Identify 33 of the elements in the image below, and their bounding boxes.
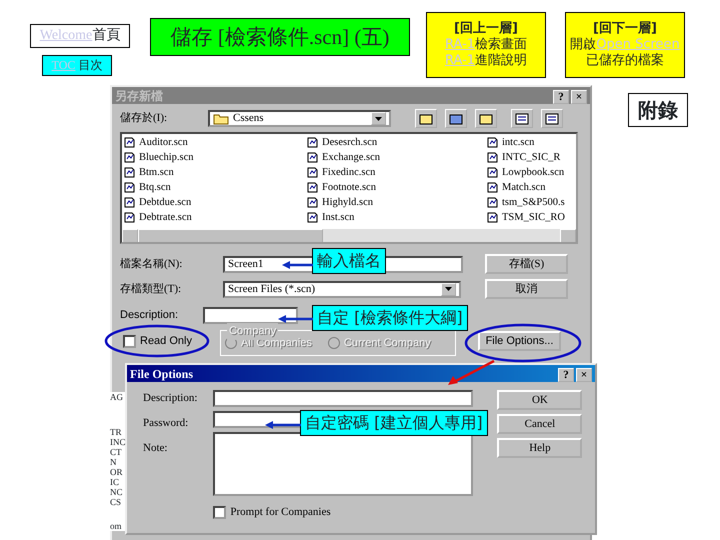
password-label: Password: bbox=[143, 416, 190, 431]
callout-tooltip: 自定 [檢索條件大綱] bbox=[312, 305, 468, 331]
appendix-label: 附錄 bbox=[628, 93, 688, 127]
text-fragment: AG bbox=[110, 392, 124, 402]
description-label: Description: bbox=[143, 391, 198, 406]
text-fragment: OR bbox=[110, 467, 124, 477]
note-label: Note: bbox=[143, 441, 168, 456]
slide-title: 儲存 [檢索條件.scn] (五) bbox=[150, 18, 410, 56]
text-fragment: om bbox=[110, 521, 123, 531]
text-fragment: CS bbox=[110, 497, 122, 507]
file-type-label: 存檔類型(T): bbox=[120, 282, 182, 297]
text-fragment: NC bbox=[110, 487, 124, 497]
nav-text: 開啟Open Screen bbox=[570, 36, 680, 53]
dialog-title: File Options bbox=[130, 366, 194, 382]
nav-text: RA-1檢索畫面 bbox=[444, 36, 528, 53]
toc-label: 目次 bbox=[78, 58, 102, 73]
text-fragment: TR bbox=[110, 427, 123, 437]
save-in-label: 儲存於(I): bbox=[120, 111, 168, 126]
nav-text: RA-1進階說明 bbox=[444, 53, 528, 70]
company-label: Company bbox=[227, 323, 278, 340]
nav-text: 已儲存的檔案 bbox=[586, 53, 664, 70]
description-label: Description: bbox=[120, 308, 180, 324]
callout-tooltip: 自定密碼 [建立個人專用] bbox=[300, 410, 488, 436]
home-label: 首頁 bbox=[92, 27, 120, 45]
text-fragment: INC bbox=[110, 437, 125, 447]
text-fragment: N bbox=[110, 457, 118, 467]
dialog-title: 另存新檔 bbox=[115, 88, 163, 104]
nav-text: [回下一層] bbox=[593, 20, 657, 37]
text-fragment: CT bbox=[110, 447, 123, 457]
text-fragment: IC bbox=[110, 477, 120, 487]
filename-label: 檔案名稱(N): bbox=[120, 256, 184, 272]
nav-text: [回上一層] bbox=[454, 20, 518, 37]
callout-tooltip: 輸入檔名 bbox=[312, 248, 386, 274]
